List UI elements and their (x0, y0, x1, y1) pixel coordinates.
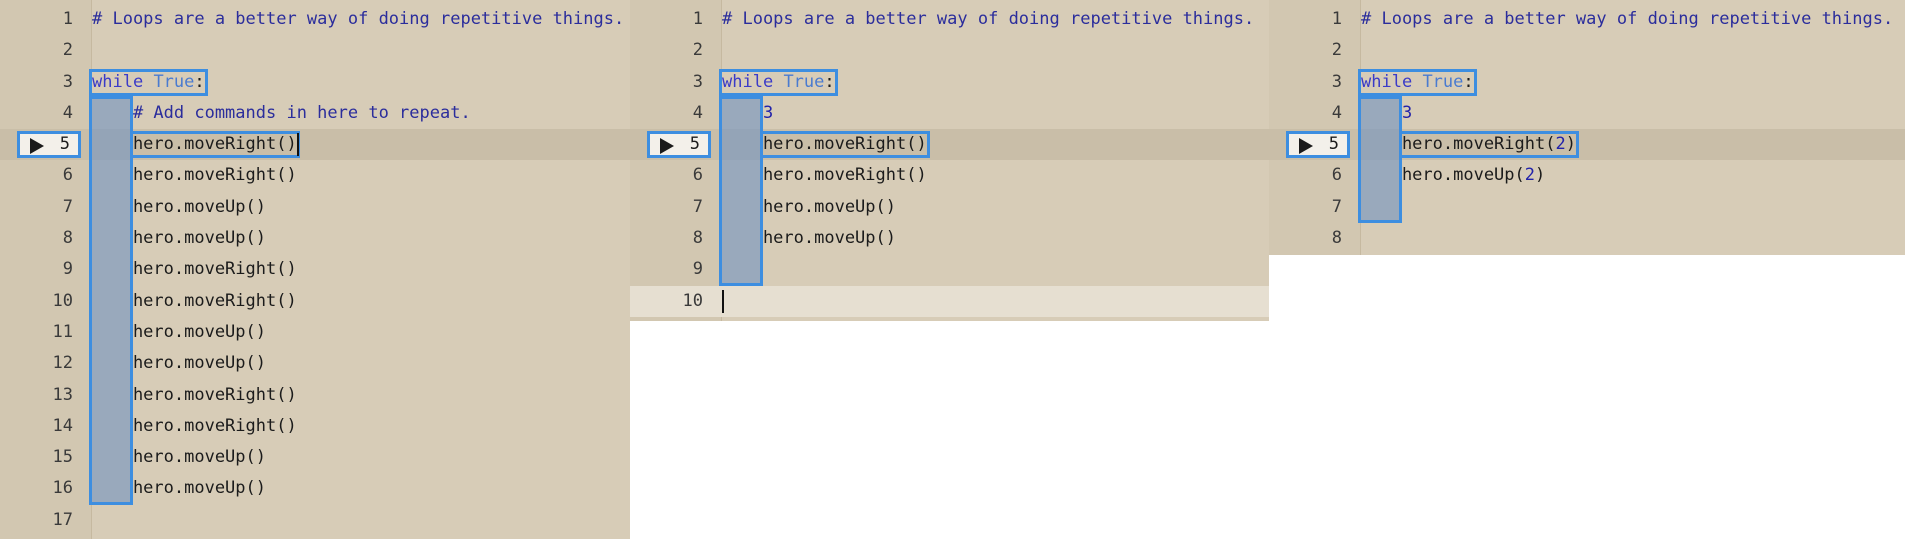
line-number: 8 (1331, 228, 1342, 249)
while-block-highlight (89, 68, 208, 96)
code-editor-2[interactable]: 1 # Loops are a better way of doing repet… (630, 0, 1269, 321)
code-line[interactable]: 2 (630, 35, 1269, 66)
line-number: 5 (59, 134, 70, 155)
line-number: 2 (62, 40, 73, 61)
play-icon (1299, 138, 1313, 155)
play-icon (660, 138, 674, 155)
code-line[interactable]: 10 (630, 285, 1269, 317)
line-number: 5 (689, 134, 700, 155)
line-number: 4 (692, 102, 703, 123)
line-number: 7 (692, 196, 703, 217)
line-number: 3 (692, 71, 703, 92)
line-number: 2 (1331, 40, 1342, 61)
text-caret (722, 289, 724, 313)
line-number: 16 (52, 478, 73, 499)
code-line[interactable]: 1 # Loops are a better way of doing repet… (630, 4, 1269, 35)
code-line[interactable]: 2 (0, 35, 630, 66)
line-number: 4 (1331, 102, 1342, 123)
line-number: 17 (52, 509, 73, 530)
line-number: 10 (52, 290, 73, 311)
code-line[interactable]: 8 (1269, 223, 1905, 254)
loop-body-indicator (1358, 95, 1402, 224)
line-number: 14 (52, 415, 73, 436)
line-number: 8 (62, 228, 73, 249)
line-number: 3 (62, 71, 73, 92)
line-number: 2 (692, 40, 703, 61)
line-number: 7 (62, 196, 73, 217)
current-line-marker[interactable]: 5 (647, 131, 711, 159)
line-number: 1 (62, 9, 73, 29)
text-caret (297, 133, 299, 157)
code-line[interactable]: 17 (0, 505, 630, 536)
line-number: 4 (62, 102, 73, 123)
play-icon (30, 138, 44, 155)
executing-statement-highlight (760, 131, 930, 159)
executing-statement-highlight (1399, 131, 1580, 159)
line-number: 1 (692, 9, 703, 29)
while-block-highlight (719, 68, 838, 96)
code-text[interactable]: # Loops are a better way of doing repeti… (1361, 4, 1893, 35)
line-number: 6 (62, 165, 73, 186)
line-number: 9 (62, 259, 73, 280)
line-number: 8 (692, 228, 703, 249)
line-number: 7 (1331, 196, 1342, 217)
current-line-marker[interactable]: 5 (1286, 131, 1350, 159)
line-number: 6 (1331, 165, 1342, 186)
line-number: 1 (1331, 9, 1342, 29)
code-text[interactable]: # Add commands in here to repeat. (92, 98, 471, 129)
while-block-highlight (1358, 68, 1477, 96)
line-number: 13 (52, 384, 73, 405)
line-number: 9 (692, 259, 703, 280)
executing-statement-highlight (130, 131, 300, 159)
loop-body-indicator (719, 95, 763, 286)
loop-body-indicator (89, 95, 133, 505)
code-line[interactable]: 2 (1269, 35, 1905, 66)
code-line[interactable]: 1 # Loops are a better way of doing repet… (0, 4, 630, 35)
code-editor-1[interactable]: 1 # Loops are a better way of doing repet… (0, 0, 630, 539)
code-editor-3[interactable]: 1 # Loops are a better way of doing repet… (1269, 0, 1905, 255)
line-number: 12 (52, 353, 73, 374)
line-number: 10 (682, 290, 703, 311)
line-number: 11 (52, 321, 73, 342)
code-text[interactable]: # Loops are a better way of doing repeti… (722, 4, 1254, 35)
line-number: 5 (1328, 134, 1339, 155)
line-number: 6 (692, 165, 703, 186)
line-number: 3 (1331, 71, 1342, 92)
code-text[interactable]: # Loops are a better way of doing repeti… (92, 4, 624, 35)
current-line-marker[interactable]: 5 (17, 131, 81, 159)
line-number: 15 (52, 447, 73, 468)
code-line[interactable]: 1 # Loops are a better way of doing repet… (1269, 4, 1905, 35)
